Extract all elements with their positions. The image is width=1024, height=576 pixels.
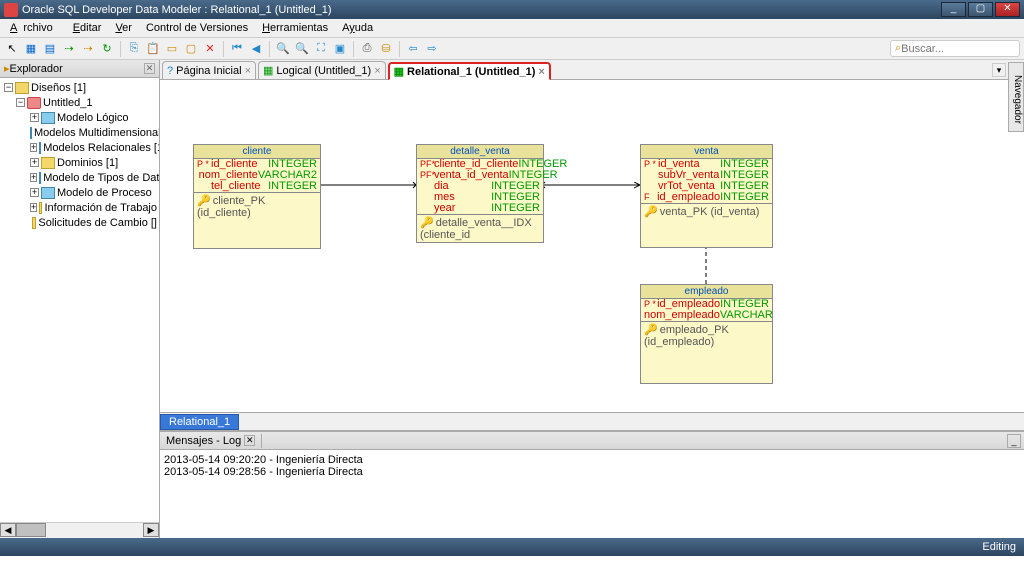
editor-tabs: ?Página Inicial× ▦Logical (Untitled_1)× … (160, 60, 1024, 80)
tree-model[interactable]: −Untitled_1 (2, 95, 157, 110)
search-input[interactable] (901, 43, 1001, 55)
window-title: Oracle SQL Developer Data Modeler : Rela… (22, 4, 941, 16)
close-icon[interactable]: × (374, 65, 380, 77)
new-icon[interactable]: ▦ (23, 41, 39, 57)
maximize-button[interactable]: ▢ (968, 2, 993, 17)
tree-dom[interactable]: +Dominios [1] (2, 155, 157, 170)
menu-control[interactable]: Control de Versiones (140, 20, 254, 36)
tree-root[interactable]: −Diseños [1] (2, 80, 157, 95)
menu-bar: Archivo Editar Ver Control de Versiones … (0, 19, 1024, 38)
log-min-icon[interactable]: _ (1007, 434, 1021, 448)
explorer-header: ▸ Explorador ✕ (0, 60, 159, 78)
paste-icon[interactable]: 📋 (145, 41, 161, 57)
tree-multi[interactable]: Modelos Multidimensionales [] (2, 125, 157, 140)
status-bar: Editing (0, 538, 1024, 556)
close-icon[interactable]: ✕ (244, 435, 255, 446)
fwd-icon[interactable]: ⇨ (424, 41, 440, 57)
subtab-relational[interactable]: Relational_1 (160, 414, 239, 430)
tree-proc[interactable]: +Modelo de Proceso (2, 185, 157, 200)
menu-archivo[interactable]: Archivo (4, 20, 65, 36)
log-line: 2013-05-14 09:28:56 - Ingeniería Directa (164, 466, 1020, 478)
entity-cliente[interactable]: cliente P *id_clienteINTEGER nom_cliente… (193, 144, 321, 249)
menu-herramientas[interactable]: Herramientas (256, 20, 334, 36)
entity-header: cliente (194, 145, 320, 159)
link-icon[interactable]: ⇢ (61, 41, 77, 57)
tab-relational[interactable]: ▦Relational_1 (Untitled_1)× (388, 62, 551, 80)
entity-empleado[interactable]: empleado P *id_empleadoINTEGER nom_emple… (640, 284, 773, 384)
explorer-tree[interactable]: −Diseños [1] −Untitled_1 +Modelo Lógico … (0, 78, 159, 522)
entity-venta[interactable]: venta P *id_ventaINTEGER subVr_ventaINTE… (640, 144, 773, 248)
close-icon[interactable]: × (538, 66, 544, 78)
entity-header: empleado (641, 285, 772, 299)
toolbar: ↖ ▦ ▤ ⇢ ⇢ ↻ ⎘ 📋 ▭ ▢ ✕ ⏮ ◀ 🔍 🔍 ⛶ ▣ ⎙ ⛁ ⇦ … (0, 38, 1024, 60)
print-icon[interactable]: ⎙ (359, 41, 375, 57)
explorer-title: Explorador (10, 63, 63, 75)
log-line: 2013-05-14 09:20:20 - Ingeniería Directa (164, 454, 1020, 466)
log-output[interactable]: 2013-05-14 09:20:20 - Ingeniería Directa… (160, 450, 1024, 538)
menu-editar[interactable]: Editar (67, 20, 108, 36)
tree-rel[interactable]: +Modelos Relacionales [1] (2, 140, 157, 155)
zoomin-icon[interactable]: 🔍 (275, 41, 291, 57)
refresh-icon[interactable]: ↻ (99, 41, 115, 57)
fit2-icon[interactable]: ▣ (332, 41, 348, 57)
log-pane: Mensajes - Log✕ _ 2013-05-14 09:20:20 - … (160, 430, 1024, 538)
db-icon[interactable]: ⛁ (378, 41, 394, 57)
tab-list-icon[interactable]: ▾ (992, 63, 1006, 77)
search-box[interactable]: ⌕ (890, 40, 1020, 57)
tab-home[interactable]: ?Página Inicial× (162, 61, 256, 79)
entity-detalle[interactable]: detalle_venta PF*cliente_id_clienteINTEG… (416, 144, 544, 243)
minimize-button[interactable]: _ (941, 2, 966, 17)
explorer-close-icon[interactable]: ✕ (144, 63, 155, 74)
app-icon (4, 3, 18, 17)
title-bar: Oracle SQL Developer Data Modeler : Rela… (0, 0, 1024, 19)
back-icon[interactable]: ⇦ (405, 41, 421, 57)
tree-tipos[interactable]: +Modelo de Tipos de Dato (2, 170, 157, 185)
folder-icon[interactable]: ▭ (164, 41, 180, 57)
first-icon[interactable]: ⏮ (229, 41, 245, 57)
entity-header: venta (641, 145, 772, 159)
navigator-tab[interactable]: Navegador (1008, 62, 1024, 132)
open-icon[interactable]: ▢ (183, 41, 199, 57)
close-button[interactable]: ✕ (995, 2, 1020, 17)
status-text: Editing (982, 541, 1016, 553)
delete-icon[interactable]: ✕ (202, 41, 218, 57)
diagram-canvas[interactable]: cliente P *id_clienteINTEGER nom_cliente… (160, 80, 1024, 412)
sub-tabs: Relational_1 (160, 412, 1024, 430)
fit-icon[interactable]: ⛶ (313, 41, 329, 57)
prev-icon[interactable]: ◀ (248, 41, 264, 57)
tree-sol[interactable]: Solicitudes de Cambio [] (2, 215, 157, 230)
cursor-icon[interactable]: ↖ (4, 41, 20, 57)
tab-logical[interactable]: ▦Logical (Untitled_1)× (258, 61, 386, 79)
link2-icon[interactable]: ⇢ (80, 41, 96, 57)
close-icon[interactable]: × (245, 65, 251, 77)
menu-ver[interactable]: Ver (109, 20, 138, 36)
entity-header: detalle_venta (417, 145, 543, 159)
tree-scrollbar[interactable]: ◀▶ (0, 522, 159, 538)
log-tab[interactable]: Mensajes - Log✕ (160, 434, 262, 448)
copy-icon[interactable]: ⎘ (126, 41, 142, 57)
grid-icon[interactable]: ▤ (42, 41, 58, 57)
tree-info[interactable]: +Información de Trabajo (2, 200, 157, 215)
zoomout-icon[interactable]: 🔍 (294, 41, 310, 57)
tree-logico[interactable]: +Modelo Lógico (2, 110, 157, 125)
menu-ayuda[interactable]: Ayuda (336, 20, 379, 36)
